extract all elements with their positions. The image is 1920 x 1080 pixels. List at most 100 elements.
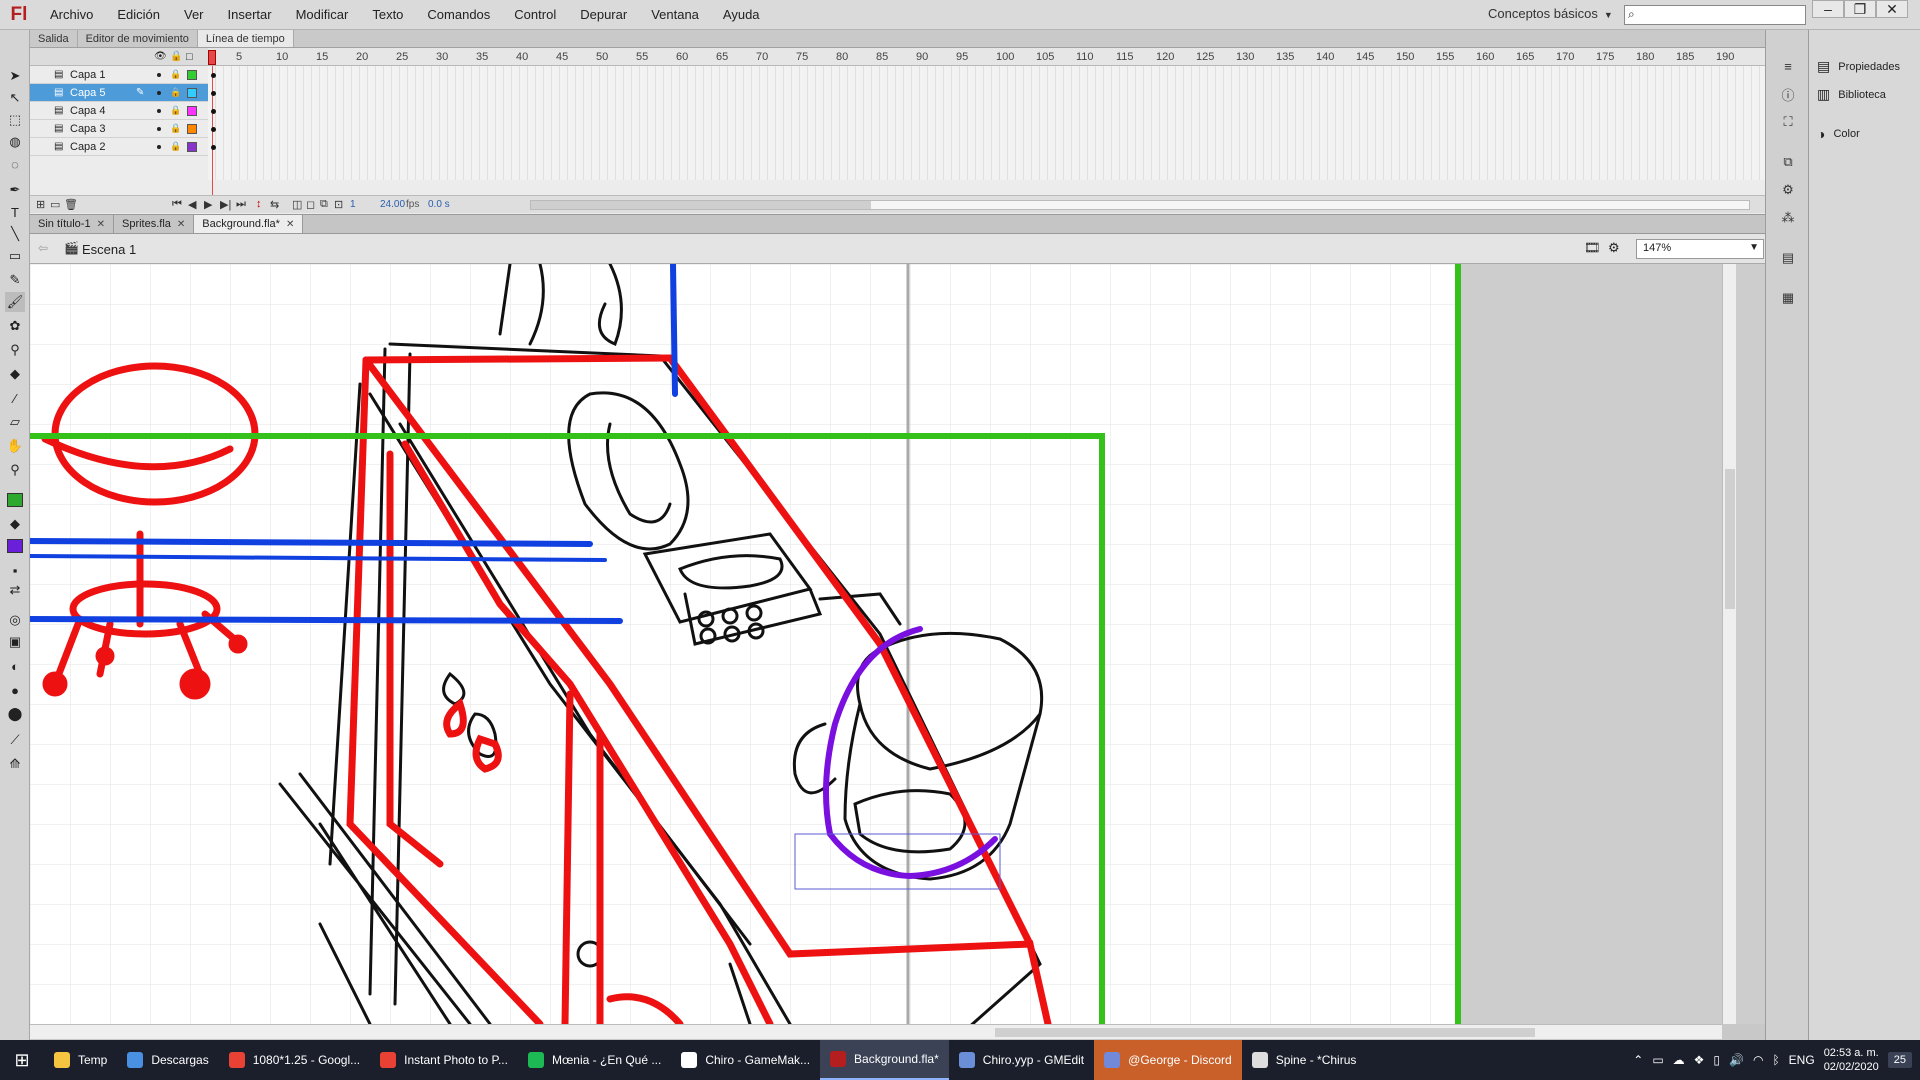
clock[interactable]: 02:53 a. m. 02/02/2020: [1824, 1046, 1879, 1074]
zoom-select[interactable]: 147% ▼: [1636, 239, 1764, 259]
delete-layer-icon[interactable]: 🗑: [64, 198, 78, 211]
tab-linea-tiempo[interactable]: Línea de tiempo: [197, 30, 294, 47]
prev-frame-icon[interactable]: ◀: [188, 198, 196, 211]
visibility-dot[interactable]: [157, 90, 161, 95]
edit-symbols-icon[interactable]: ⚙: [1608, 240, 1620, 256]
pencil-tool-icon[interactable]: ✎: [5, 270, 25, 290]
keyframe[interactable]: [211, 109, 216, 114]
back-arrow-icon[interactable]: ⇦: [38, 241, 48, 255]
rectangle-tool-icon[interactable]: ▭: [5, 246, 25, 266]
panel-propiedades[interactable]: ▤ Propiedades: [1817, 58, 1900, 75]
notification-count[interactable]: 25: [1887, 1052, 1912, 1068]
layer-color-swatch[interactable]: [187, 87, 197, 98]
lock-icon[interactable]: 🔒: [170, 87, 181, 98]
layer-row[interactable]: ▤ Capa 1 🔒: [30, 66, 208, 84]
taskbar-item[interactable]: 1080*1.25 - Googl...: [219, 1040, 370, 1080]
start-button[interactable]: ⊞: [0, 1040, 44, 1080]
layer-row[interactable]: ▤ Capa 4 🔒: [30, 102, 208, 120]
selection-tool-icon[interactable]: ➤: [5, 66, 25, 86]
panel-biblioteca[interactable]: ▥ Biblioteca: [1817, 86, 1886, 103]
loop-icon[interactable]: ⇆: [270, 198, 279, 211]
keyframe[interactable]: [211, 127, 216, 132]
stroke-color-icon[interactable]: [5, 490, 25, 510]
layer-color-swatch[interactable]: [187, 69, 197, 80]
taskbar-item[interactable]: Spine - *Chirus: [1242, 1040, 1367, 1080]
keyframe[interactable]: [211, 91, 216, 96]
doc-tab-sin-titulo[interactable]: Sin título-1 ✕: [30, 215, 114, 233]
default-colors-icon[interactable]: ▪: [5, 560, 25, 580]
taskbar-item[interactable]: Mœnia - ¿En Qué ...: [518, 1040, 671, 1080]
tilt-icon[interactable]: ⟰: [5, 754, 25, 774]
onion-outline-icon[interactable]: ◻: [306, 198, 315, 211]
tab-salida[interactable]: Salida: [30, 30, 78, 47]
fill-color-icon[interactable]: [5, 536, 25, 556]
layer-row[interactable]: ▤ Capa 3 🔒: [30, 120, 208, 138]
deco-tool-icon[interactable]: ✿: [5, 316, 25, 336]
fps-value[interactable]: 24.00: [380, 199, 405, 210]
visibility-dot[interactable]: [157, 108, 161, 113]
code-snippets-icon[interactable]: ⧉: [1778, 152, 1798, 172]
hand-tool-icon[interactable]: ✋: [5, 436, 25, 456]
frames-grid[interactable]: [208, 66, 1765, 180]
text-tool-icon[interactable]: T: [5, 202, 25, 222]
scene-label[interactable]: Escena 1: [82, 242, 136, 257]
bone-tool-icon[interactable]: ⚲: [5, 340, 25, 360]
lock-icon[interactable]: 🔒: [170, 123, 181, 134]
pressure-icon[interactable]: ⟋: [5, 730, 25, 750]
close-button[interactable]: ✕: [1876, 0, 1908, 18]
line-tool-icon[interactable]: ╲: [5, 224, 25, 244]
horizontal-scroll-thumb[interactable]: [995, 1028, 1535, 1037]
info-panel-icon[interactable]: ⓘ: [1778, 84, 1798, 104]
pen-tool-icon[interactable]: ✒: [5, 180, 25, 200]
visibility-dot[interactable]: [157, 144, 161, 149]
visibility-dot[interactable]: [157, 126, 161, 131]
paint-bucket-tool-icon[interactable]: ◆: [5, 364, 25, 384]
wifi-icon[interactable]: ◠: [1753, 1053, 1763, 1067]
menu-depurar[interactable]: Depurar: [568, 0, 639, 30]
brush-tool-icon[interactable]: 🖌: [5, 292, 25, 312]
minimize-button[interactable]: –: [1812, 0, 1844, 18]
workspace-switcher[interactable]: Conceptos básicos ▼: [1488, 6, 1613, 21]
align-panel-icon[interactable]: ≡: [1778, 56, 1798, 76]
onion-skin-icon[interactable]: ◫: [292, 198, 302, 211]
stage-horizontal-scrollbar[interactable]: [30, 1024, 1722, 1039]
keyframe[interactable]: [211, 145, 216, 150]
playhead[interactable]: [208, 50, 216, 65]
lock-icon[interactable]: 🔒: [170, 141, 181, 152]
taskbar-item[interactable]: Descargas: [117, 1040, 218, 1080]
edit-scene-icon[interactable]: 🎞: [1584, 240, 1601, 256]
frame-ruler[interactable]: 1510152025303540455055606570758085909510…: [208, 48, 1765, 66]
transform-panel-icon[interactable]: ⛶: [1778, 112, 1798, 132]
close-icon[interactable]: ✕: [97, 215, 105, 234]
menu-archivo[interactable]: Archivo: [38, 0, 105, 30]
tab-editor-movimiento[interactable]: Editor de movimiento: [78, 30, 198, 47]
timeline-scrollbar[interactable]: [530, 200, 1750, 210]
new-folder-icon[interactable]: ▭: [50, 198, 60, 211]
taskbar-item[interactable]: Chiro - GameMak...: [671, 1040, 820, 1080]
new-layer-icon[interactable]: ⊞: [36, 198, 45, 211]
cloud-icon[interactable]: ☁: [1673, 1053, 1685, 1067]
volume-icon[interactable]: 🔊: [1729, 1053, 1744, 1067]
brush-mode-icon[interactable]: ◐: [5, 656, 25, 676]
swap-colors-icon[interactable]: ⇄: [5, 580, 25, 600]
menu-insertar[interactable]: Insertar: [216, 0, 284, 30]
menu-ventana[interactable]: Ventana: [639, 0, 711, 30]
bluetooth-icon[interactable]: ᛒ: [1772, 1053, 1779, 1067]
taskbar-item[interactable]: Temp: [44, 1040, 117, 1080]
restore-button[interactable]: ❐: [1844, 0, 1876, 18]
play-icon[interactable]: ▶: [204, 198, 212, 211]
menu-texto[interactable]: Texto: [360, 0, 415, 30]
menu-comandos[interactable]: Comandos: [415, 0, 502, 30]
menu-modificar[interactable]: Modificar: [284, 0, 361, 30]
timeline-scroll-thumb[interactable]: [531, 201, 871, 209]
lasso-tool-icon[interactable]: ◌: [5, 154, 25, 174]
lock-icon[interactable]: 🔒: [170, 51, 182, 62]
center-frame-icon[interactable]: ↕: [256, 198, 262, 210]
dropbox-icon[interactable]: ❖: [1694, 1053, 1705, 1067]
menu-control[interactable]: Control: [502, 0, 568, 30]
brush-size-icon[interactable]: ●: [5, 680, 25, 700]
eye-icon[interactable]: 👁: [154, 51, 167, 62]
layer-color-swatch[interactable]: [187, 105, 197, 116]
taskbar-item[interactable]: Background.fla*: [820, 1040, 949, 1080]
stage-vertical-scrollbar[interactable]: [1722, 264, 1736, 1024]
